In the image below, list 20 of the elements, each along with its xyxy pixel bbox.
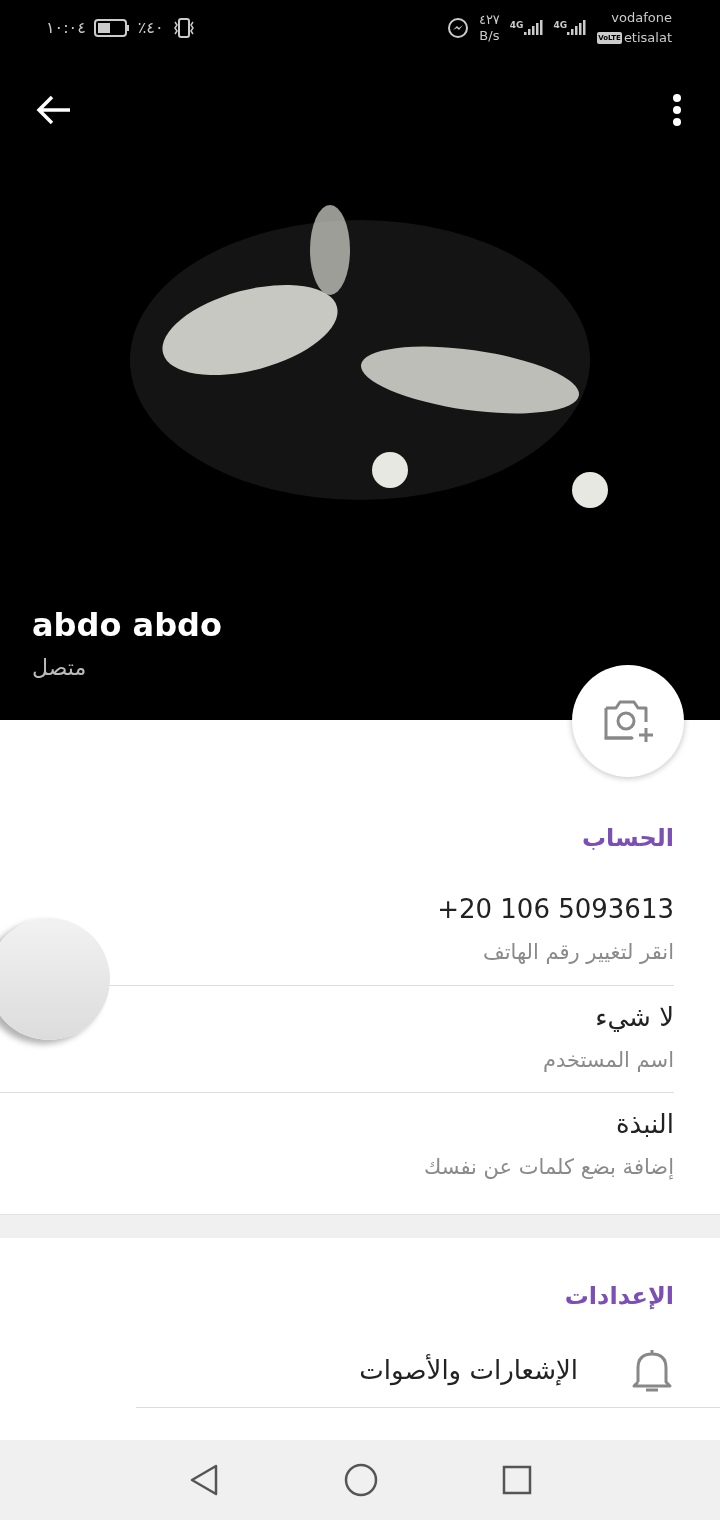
speed-unit: B/s — [479, 27, 500, 44]
row-hint: إضافة بضع كلمات عن نفسك — [423, 1154, 674, 1182]
clock-time: ١٠:٠٤ — [46, 16, 86, 39]
section-title: الإعدادات — [563, 1280, 675, 1312]
settings-row[interactable]: الإشعارات والأصوات — [136, 1333, 720, 1408]
row-value: النبذة — [615, 1108, 674, 1141]
profile-name: abdo abdo — [32, 605, 223, 646]
settings-label: الإشعارات والأصوات — [359, 1353, 578, 1388]
battery-percent: ٪٤٠ — [137, 16, 164, 39]
network-type: 4G — [509, 18, 524, 32]
row-value: لا شيء — [595, 1000, 674, 1034]
online-status: متصل — [32, 654, 88, 682]
network-speed: ٤٢٧ — [478, 11, 500, 28]
row-hint: انقر لتغيير رقم الهاتف — [481, 939, 674, 966]
row-value: +20 106 5093613 — [437, 893, 674, 926]
network-type: 4G — [553, 18, 568, 32]
section-title: الحساب — [580, 823, 675, 854]
row-hint: اسم المستخدم — [541, 1046, 674, 1074]
carrier-name: etisalat — [623, 28, 672, 47]
carrier-name: vodafone — [611, 8, 672, 27]
